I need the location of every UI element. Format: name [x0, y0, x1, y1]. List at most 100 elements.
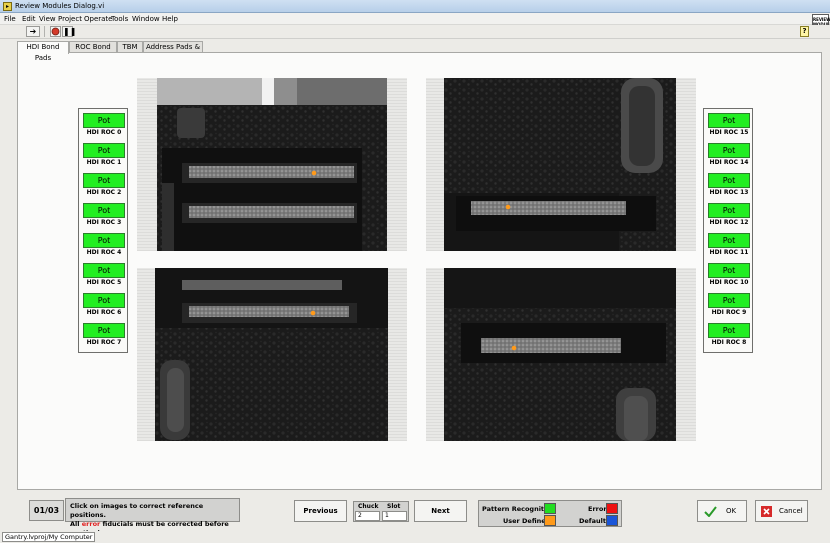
roc-label: HDI ROC 3: [86, 219, 122, 226]
pot-button[interactable]: Pot: [83, 293, 125, 308]
image-view-top-left[interactable]: [137, 78, 407, 251]
pot-button[interactable]: Pot: [708, 113, 750, 128]
message-prefix: All: [70, 520, 80, 528]
image-view-top-right[interactable]: [426, 78, 696, 251]
context-help-icon[interactable]: ?: [800, 26, 809, 37]
roc-item: Pot HDI ROC 14: [704, 143, 752, 171]
pot-button[interactable]: Pot: [708, 143, 750, 158]
legend-default: Default: [579, 517, 606, 525]
menu-file[interactable]: File: [4, 15, 16, 23]
roc-label: HDI ROC 15: [709, 129, 749, 136]
pot-button[interactable]: Pot: [83, 113, 125, 128]
pause-icon[interactable]: ❚❚: [62, 26, 76, 37]
roc-label: HDI ROC 7: [86, 339, 122, 346]
checkmark-icon: [704, 506, 717, 517]
roc-item: Pot HDI ROC 6: [79, 293, 127, 321]
pot-button[interactable]: Pot: [708, 203, 750, 218]
pot-button[interactable]: Pot: [83, 233, 125, 248]
toolbar: ➔ ❚❚: [0, 25, 830, 39]
page-indicator: 01/03: [29, 500, 64, 521]
window-title: Review Modules Dialog.vi: [15, 2, 105, 10]
next-button[interactable]: Next: [414, 500, 467, 522]
roc-label: HDI ROC 12: [709, 219, 749, 226]
roc-label: HDI ROC 10: [709, 279, 749, 286]
roc-item: Pot HDI ROC 3: [79, 203, 127, 231]
roc-label: HDI ROC 8: [711, 339, 747, 346]
roc-label: HDI ROC 4: [86, 249, 122, 256]
roc-item: Pot HDI ROC 1: [79, 143, 127, 171]
roc-item: Pot HDI ROC 2: [79, 173, 127, 201]
roc-label: HDI ROC 9: [711, 309, 747, 316]
roc-label: HDI ROC 11: [709, 249, 749, 256]
menu-window[interactable]: Window: [132, 15, 160, 23]
chuck-label: Chuck: [358, 503, 379, 510]
status-bar: Gantry.lvproj/My Computer: [0, 531, 830, 543]
roc-label: HDI ROC 1: [86, 159, 122, 166]
roc-item: Pot HDI ROC 13: [704, 173, 752, 201]
image-view-bottom-left[interactable]: [137, 268, 407, 441]
title-bar: ▸ Review Modules Dialog.vi: [0, 0, 830, 13]
menu-bar: File Edit View Project Operate Tools Win…: [0, 13, 830, 25]
pot-button[interactable]: Pot: [83, 203, 125, 218]
pot-button[interactable]: Pot: [708, 323, 750, 338]
ok-label: OK: [726, 507, 737, 515]
roc-label: HDI ROC 0: [86, 129, 122, 136]
menu-help[interactable]: Help: [162, 15, 178, 23]
roc-item: Pot HDI ROC 12: [704, 203, 752, 231]
chuck-field[interactable]: 2: [355, 511, 380, 521]
pot-button[interactable]: Pot: [708, 173, 750, 188]
roc-item: Pot HDI ROC 7: [79, 323, 127, 351]
slot-label: Slot: [387, 503, 401, 510]
ok-button[interactable]: OK: [697, 500, 747, 522]
slot-field[interactable]: 1: [382, 511, 407, 521]
toolbar-separator: [44, 26, 45, 37]
default-swatch: [606, 515, 618, 526]
labview-app-icon: ▸: [3, 2, 12, 11]
instruction-message: Click on images to correct reference pos…: [65, 498, 240, 537]
message-error-word: error: [81, 520, 101, 528]
roc-item: Pot HDI ROC 11: [704, 233, 752, 261]
roc-item: Pot HDI ROC 15: [704, 113, 752, 141]
project-path: Gantry.lvproj/My Computer: [2, 532, 96, 542]
menu-edit[interactable]: Edit: [22, 15, 36, 23]
roc-label: HDI ROC 6: [86, 309, 122, 316]
chuck-slot-display: Chuck Slot 2 1: [353, 501, 409, 522]
menu-project[interactable]: Project: [58, 15, 82, 23]
roc-label: HDI ROC 5: [86, 279, 122, 286]
previous-button[interactable]: Previous: [294, 500, 347, 522]
pot-button[interactable]: Pot: [83, 173, 125, 188]
message-line-1: Click on images to correct reference pos…: [70, 502, 204, 519]
legend-error: Error: [588, 505, 607, 513]
error-swatch: [606, 503, 618, 514]
pattern-recognition-swatch: [544, 503, 556, 514]
pot-button[interactable]: Pot: [708, 263, 750, 278]
fiducial-legend: Pattern Recognition User Defined Error D…: [478, 500, 622, 527]
run-arrow-icon[interactable]: ➔: [26, 26, 40, 37]
left-roc-list: Pot HDI ROC 0 Pot HDI ROC 1 Pot HDI ROC 2 P…: [78, 108, 128, 353]
cancel-label: Cancel: [779, 507, 803, 515]
abort-stop-icon[interactable]: [50, 26, 61, 37]
image-view-bottom-right[interactable]: [426, 268, 696, 441]
roc-item: Pot HDI ROC 5: [79, 263, 127, 291]
menu-view[interactable]: View: [39, 15, 56, 23]
roc-label: HDI ROC 2: [86, 189, 122, 196]
pot-button[interactable]: Pot: [708, 293, 750, 308]
pot-button[interactable]: Pot: [83, 323, 125, 338]
roc-item: Pot HDI ROC 0: [79, 113, 127, 141]
roc-item: Pot HDI ROC 10: [704, 263, 752, 291]
roc-item: Pot HDI ROC 4: [79, 233, 127, 261]
roc-label: HDI ROC 14: [709, 159, 749, 166]
cancel-x-icon: [761, 506, 772, 517]
pot-button[interactable]: Pot: [708, 233, 750, 248]
menu-operate[interactable]: Operate: [84, 15, 112, 23]
pot-button[interactable]: Pot: [83, 263, 125, 278]
roc-label: HDI ROC 13: [709, 189, 749, 196]
menu-tools[interactable]: Tools: [111, 15, 128, 23]
roc-item: Pot HDI ROC 9: [704, 293, 752, 321]
user-defined-swatch: [544, 515, 556, 526]
tab-hdi-bond-pads[interactable]: HDI Bond Pads: [17, 41, 69, 62]
pot-button[interactable]: Pot: [83, 143, 125, 158]
roc-item: Pot HDI ROC 8: [704, 323, 752, 351]
cancel-button[interactable]: Cancel: [755, 500, 808, 522]
right-roc-list: Pot HDI ROC 15 Pot HDI ROC 14 Pot HDI ROC 1…: [703, 108, 753, 353]
